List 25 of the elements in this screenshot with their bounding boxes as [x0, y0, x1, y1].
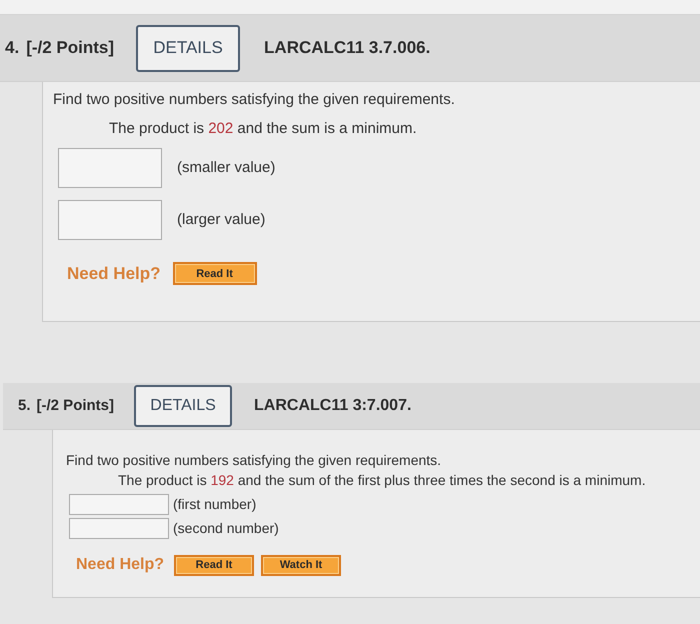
requirement-text: The product is 192 and the sum of the first plus three times the second is a minimum.: [117, 471, 647, 489]
question-number: 4.: [5, 37, 20, 60]
need-help-label: Need Help?: [67, 263, 161, 285]
help-button[interactable]: Read It: [174, 554, 254, 576]
problem-code: LARCALC11 3:7.007.: [254, 396, 412, 416]
answer-field[interactable]: [69, 494, 169, 515]
details-button[interactable]: DETAILS: [134, 385, 232, 427]
need-help-label: Need Help?: [76, 555, 164, 575]
answer-field[interactable]: [58, 148, 162, 188]
answer-field[interactable]: [58, 200, 162, 240]
question-prompt: Find two positive numbers satisfying the given requirements.: [66, 451, 442, 469]
question-number: 5.: [18, 396, 31, 416]
answer-label: (first number): [173, 495, 256, 514]
help-button[interactable]: Read It: [172, 262, 257, 286]
help-button[interactable]: Watch It: [261, 554, 342, 576]
answer-field[interactable]: [69, 518, 169, 539]
answer-label: (larger value): [177, 210, 266, 230]
answer-label: (second number): [173, 519, 279, 538]
problem-code: LARCALC11 3.7.006.: [264, 37, 430, 60]
question-prompt: Find two positive numbers satisfying the given requirements.: [53, 90, 456, 110]
requirement-text: The product is 202 and the sum is a minimum.: [108, 119, 418, 139]
points-label: [-/2 Points]: [36, 396, 114, 416]
points-label: [-/2 Points]: [26, 37, 114, 60]
answer-label: (smaller value): [177, 158, 276, 178]
details-button[interactable]: DETAILS: [136, 24, 240, 72]
